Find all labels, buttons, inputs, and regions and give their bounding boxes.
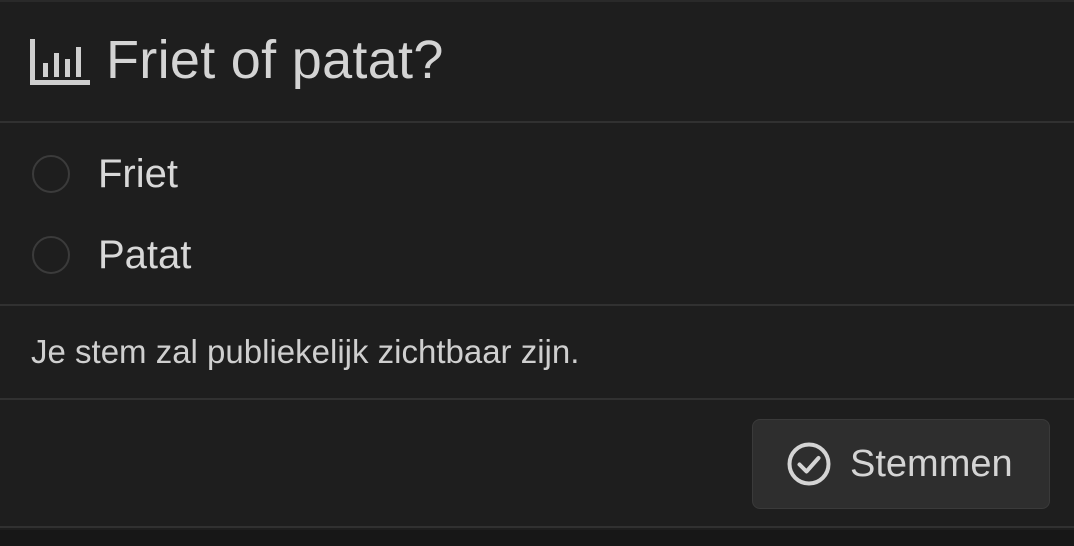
vote-button-label: Stemmen bbox=[850, 443, 1013, 485]
poll-option-friet[interactable]: Friet bbox=[0, 134, 1074, 214]
radio-button[interactable] bbox=[32, 236, 70, 274]
poll-header: Friet of patat? bbox=[0, 2, 1074, 122]
visibility-notice: Je stem zal publiekelijk zichtbaar zijn. bbox=[31, 333, 580, 370]
poll-option-patat[interactable]: Patat bbox=[0, 215, 1074, 295]
poll-card: Friet of patat? Friet Patat Je stem zal … bbox=[0, 0, 1074, 546]
poll-title: Friet of patat? bbox=[106, 30, 444, 90]
divider bbox=[0, 121, 1074, 123]
option-label: Friet bbox=[98, 152, 178, 196]
poll-options: Friet Patat bbox=[0, 124, 1074, 304]
vote-button[interactable]: Stemmen bbox=[752, 419, 1050, 509]
bottom-strip bbox=[0, 530, 1074, 546]
check-circle-icon bbox=[786, 441, 832, 487]
option-label: Patat bbox=[98, 233, 192, 277]
poll-footer: Stemmen bbox=[0, 400, 1074, 526]
bar-chart-icon bbox=[30, 39, 90, 85]
radio-button[interactable] bbox=[32, 155, 70, 193]
divider bbox=[0, 526, 1074, 528]
